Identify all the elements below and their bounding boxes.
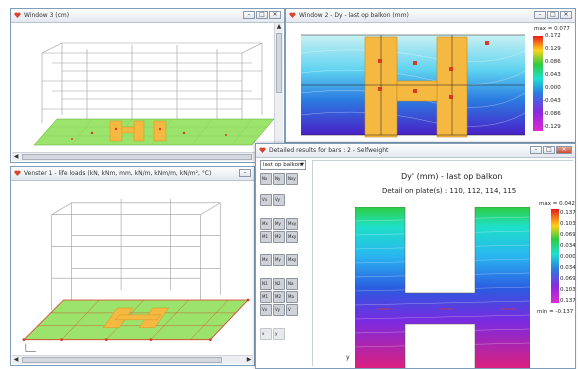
tool-na[interactable]: Na <box>286 278 298 290</box>
scroll-left-icon[interactable]: ◀ <box>12 153 20 161</box>
window-2-legend-tick: 0.000 <box>545 85 561 91</box>
window-2-legend-tick: -0.086 <box>543 111 561 117</box>
detail-legend-tick: 0.069 <box>560 276 576 282</box>
window-2-title: Window 2 - Dy - last op balkon (mm) <box>299 12 409 19</box>
axis-triad <box>25 343 36 352</box>
tool-m2-b[interactable]: M2 <box>273 291 285 303</box>
venster-1-title: Venster 1 - life loads (kN, kNm, mm, kN/… <box>24 170 212 177</box>
minimize-icon[interactable]: – <box>530 146 542 154</box>
window-2-contour-plot[interactable] <box>287 23 532 142</box>
dropdown-arrow-icon[interactable]: ▼ <box>300 161 304 169</box>
tool-nxy[interactable]: Nxy <box>286 173 298 185</box>
tool-my-d[interactable]: My <box>273 254 285 266</box>
tool-n1[interactable]: N1 <box>260 278 272 290</box>
tool-m1-b[interactable]: M1 <box>260 291 272 303</box>
venster-1-hscroll-thumb[interactable] <box>22 357 222 363</box>
tool-ny[interactable]: Ny <box>273 173 285 185</box>
close-icon[interactable]: ✕ <box>269 11 281 19</box>
window-3-vertical-scrollbar[interactable]: ▲ ▼ <box>274 23 283 152</box>
window-2-legend-tick: 0.129 <box>545 46 561 52</box>
detail-legend-tick: 0.034 <box>560 265 576 271</box>
window-3-hscroll-thumb[interactable] <box>22 154 252 160</box>
maximize-icon[interactable]: □ <box>547 11 559 19</box>
app-icon <box>259 147 266 153</box>
detail-legend-max: max = 0.042 <box>539 201 575 207</box>
detail-legend-min: min = -0.137 <box>537 309 574 315</box>
balcony-plates <box>109 120 167 142</box>
tool-mxy-2[interactable]: Mxy <box>286 231 298 243</box>
window-2-legend-tick: 0.086 <box>545 59 561 65</box>
h-plate-contour <box>355 207 530 368</box>
detail-legend-tick: 0.103 <box>560 221 576 227</box>
maximize-icon[interactable]: □ <box>543 146 555 154</box>
window-2-titlebar[interactable]: Window 2 - Dy - last op balkon (mm) – □ … <box>286 9 575 23</box>
window-3-model-view[interactable] <box>12 23 274 154</box>
window-2-legend-tick: -0.129 <box>543 124 561 130</box>
building-3d-grid <box>41 42 263 127</box>
tool-vy[interactable]: Vy <box>273 194 285 206</box>
window-2-legend-max: max = 0.077 <box>534 26 570 32</box>
axis-label-y: y <box>346 354 350 361</box>
plot-subheading: Detail on plate(s) : 110, 112, 114, 115 <box>382 187 517 195</box>
detail-legend-tick: 0.000 <box>560 254 576 260</box>
close-icon[interactable]: ✕ <box>560 11 572 19</box>
scroll-left-icon[interactable]: ◀ <box>12 356 20 364</box>
window-2[interactable]: Window 2 - Dy - last op balkon (mm) – □ … <box>285 8 576 143</box>
detail-legend-tick: 0.137 <box>560 298 576 304</box>
window-3-horizontal-scrollbar[interactable]: ◀ ▶ <box>12 152 274 161</box>
minimize-icon[interactable]: – <box>243 11 255 19</box>
venster-1-horizontal-scrollbar[interactable]: ◀ ▶ <box>12 355 253 364</box>
tool-vx-b[interactable]: Vx <box>260 304 272 316</box>
detail-legend-tick: 0.069 <box>560 232 576 238</box>
tool-mxy[interactable]: Mxy <box>286 218 298 230</box>
minimize-icon[interactable]: – <box>239 169 251 177</box>
window-3-title: Window 3 (cm) <box>24 12 70 19</box>
tool-mxy-d[interactable]: Mxy <box>286 254 298 266</box>
app-icon <box>14 12 21 18</box>
detailed-results-title: Detailed results for bars : 2 - Selfweig… <box>269 147 389 154</box>
detailed-results-titlebar[interactable]: Detailed results for bars : 2 - Selfweig… <box>256 144 575 158</box>
tool-vx[interactable]: Vx <box>260 194 272 206</box>
window-2-legend-tick: 0.172 <box>545 33 561 39</box>
load-case-dropdown-value: last op balkon <box>263 162 302 168</box>
app-icon <box>14 170 21 176</box>
tool-n2[interactable]: N2 <box>273 278 285 290</box>
building-3d-grid <box>51 198 221 310</box>
load-case-dropdown[interactable]: last op balkon ▼ <box>260 160 306 170</box>
tool-v[interactable]: V <box>286 304 298 316</box>
maximize-icon[interactable]: □ <box>256 11 268 19</box>
result-type-toolbar: last op balkon ▼ Nx Ny Nxy Vx Vy Mx My M… <box>260 160 308 366</box>
tool-nx[interactable]: Nx <box>260 173 272 185</box>
detail-legend-tick: 0.103 <box>560 287 576 293</box>
results-drawing-area[interactable]: Dy' (mm) - last op balkon Detail on plat… <box>312 160 576 368</box>
plot-heading: Dy' (mm) - last op balkon <box>401 172 503 181</box>
detail-legend-tick: 0.034 <box>560 243 576 249</box>
tool-y-disabled[interactable]: y <box>273 328 285 340</box>
tool-x-disabled[interactable]: x <box>260 328 272 340</box>
minimize-icon[interactable]: – <box>534 11 546 19</box>
app-icon <box>289 12 296 18</box>
window-3-titlebar[interactable]: Window 3 (cm) – □ ✕ <box>11 9 284 23</box>
window-2-legend-tick: 0.043 <box>545 72 561 78</box>
venster-1[interactable]: Venster 1 - life loads (kN, kNm, mm, kN/… <box>10 166 255 366</box>
detail-legend-tick: 0.137 <box>560 210 576 216</box>
detail-color-legend <box>551 209 559 303</box>
close-icon[interactable]: ✕ <box>556 146 572 154</box>
tool-m2[interactable]: M2 <box>273 231 285 243</box>
tool-mx-d[interactable]: Mx <box>260 254 272 266</box>
window-2-legend-tick: -0.043 <box>543 98 561 104</box>
tool-m1[interactable]: M1 <box>260 231 272 243</box>
scroll-right-icon[interactable]: ▶ <box>245 356 253 364</box>
tool-vy-b[interactable]: Vy <box>273 304 285 316</box>
window-3[interactable]: Window 3 (cm) – □ ✕ ▲ ◀ <box>10 8 285 163</box>
window-2-color-legend <box>533 36 543 131</box>
window-3-vscroll-thumb[interactable] <box>276 33 282 93</box>
tool-ma[interactable]: Ma <box>286 291 298 303</box>
venster-1-titlebar[interactable]: Venster 1 - life loads (kN, kNm, mm, kN/… <box>11 167 254 181</box>
tool-my[interactable]: My <box>273 218 285 230</box>
scroll-up-icon[interactable]: ▲ <box>275 23 283 31</box>
tool-mx[interactable]: Mx <box>260 218 272 230</box>
detailed-results-window[interactable]: Detailed results for bars : 2 - Selfweig… <box>255 143 576 369</box>
venster-1-model-view[interactable] <box>12 181 253 356</box>
